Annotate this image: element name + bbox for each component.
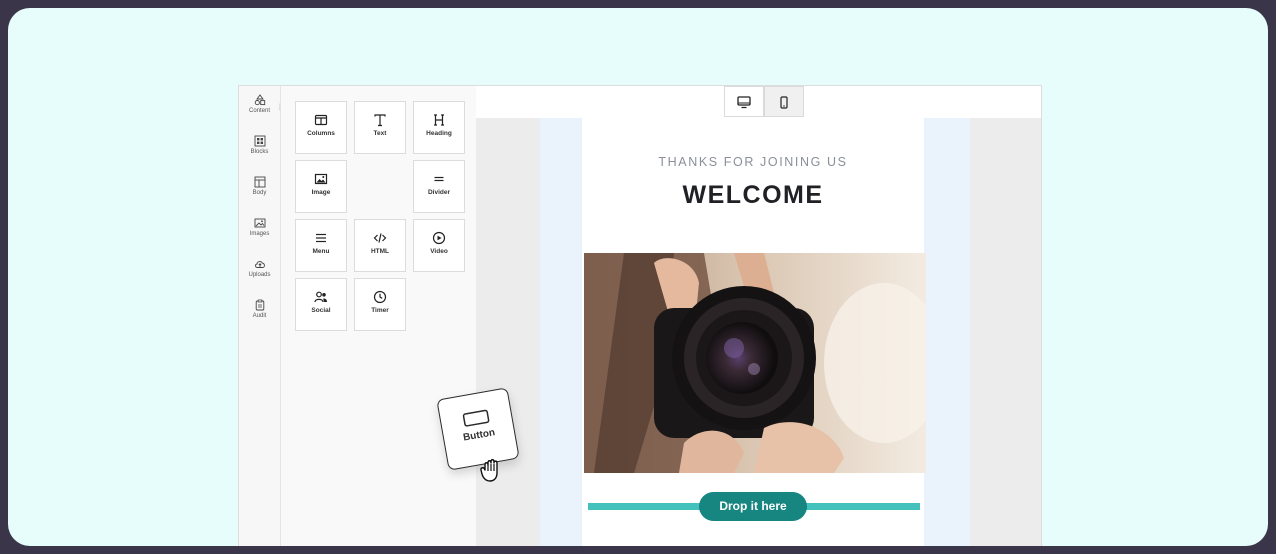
clipboard-icon bbox=[255, 299, 264, 311]
tool-label: Video bbox=[430, 248, 448, 255]
users-icon bbox=[314, 291, 327, 303]
tool-html[interactable]: HTML bbox=[354, 219, 406, 272]
photographer-camera-image bbox=[584, 253, 926, 473]
sidebar-item-audit[interactable]: Audit bbox=[239, 299, 280, 319]
email-editor: Content Blocks Body Images Uploads Audit… bbox=[238, 85, 1042, 546]
editor-canvas: THANKS FOR JOINING US WELCOME Drop it he… bbox=[476, 118, 1041, 546]
image-icon bbox=[254, 218, 265, 228]
text-icon bbox=[374, 114, 386, 127]
email-kicker: THANKS FOR JOINING US bbox=[658, 155, 848, 169]
sidebar-item-blocks[interactable]: Blocks bbox=[239, 135, 280, 155]
sidebar-item-label: Body bbox=[252, 190, 267, 196]
sidebar-item-label: Content bbox=[248, 108, 270, 114]
tool-label: Timer bbox=[371, 307, 389, 314]
cloud-upload-icon bbox=[254, 261, 265, 268]
tool-label: HTML bbox=[370, 248, 390, 255]
tool-timer[interactable]: Timer bbox=[354, 278, 406, 331]
email-body: THANKS FOR JOINING US WELCOME Drop it he… bbox=[582, 118, 926, 546]
columns-icon bbox=[314, 114, 328, 126]
tool-text[interactable]: Text bbox=[354, 101, 406, 154]
sidebar-item-label: Blocks bbox=[250, 149, 269, 155]
menu-icon bbox=[316, 233, 326, 243]
sidebar-item-images[interactable]: Images bbox=[239, 217, 280, 237]
play-icon bbox=[432, 231, 446, 245]
sidebar-item-label: Images bbox=[249, 231, 270, 237]
sidebar-item-content[interactable]: Content bbox=[239, 94, 280, 114]
desktop-icon bbox=[737, 96, 751, 109]
code-icon bbox=[373, 233, 387, 243]
drop-zone-label[interactable]: Drop it here bbox=[699, 492, 807, 521]
frame-background: Content Blocks Body Images Uploads Audit… bbox=[8, 8, 1268, 546]
tool-label: Image bbox=[311, 189, 331, 196]
grab-cursor-icon bbox=[480, 459, 498, 482]
layout-icon bbox=[254, 176, 265, 188]
tool-label: Social bbox=[311, 307, 331, 314]
preview-toolbar bbox=[476, 86, 1041, 119]
tool-label: Columns bbox=[307, 130, 335, 137]
blocks-icon bbox=[254, 135, 265, 147]
hero-photo[interactable] bbox=[584, 253, 926, 473]
content-tools-panel: Columns Text Heading Image Divider Menu … bbox=[281, 86, 477, 546]
tool-divider[interactable]: Divider bbox=[413, 160, 465, 213]
sidebar-item-body[interactable]: Body bbox=[239, 176, 280, 196]
dragged-block-label: Button bbox=[462, 427, 496, 444]
clock-icon bbox=[373, 290, 387, 304]
tool-label: Text bbox=[373, 130, 387, 137]
sidebar-item-label: Uploads bbox=[248, 272, 271, 278]
tool-video[interactable]: Video bbox=[413, 219, 465, 272]
divider-icon bbox=[434, 176, 444, 182]
sidebar-item-uploads[interactable]: Uploads bbox=[239, 258, 280, 278]
mobile-view-button[interactable] bbox=[764, 86, 804, 117]
tool-label: Divider bbox=[427, 189, 451, 196]
tool-label: Menu bbox=[312, 248, 330, 255]
mobile-icon bbox=[780, 96, 788, 109]
desktop-view-button[interactable] bbox=[724, 86, 764, 117]
tool-menu[interactable]: Menu bbox=[295, 219, 347, 272]
shapes-icon bbox=[254, 94, 265, 106]
sidebar-rail: Content Blocks Body Images Uploads Audit bbox=[239, 86, 281, 546]
dragged-button-block[interactable]: Button bbox=[436, 387, 520, 471]
button-icon bbox=[462, 409, 490, 427]
image-icon bbox=[314, 173, 328, 185]
tool-heading[interactable]: Heading bbox=[413, 101, 465, 154]
email-headline: WELCOME bbox=[682, 181, 824, 209]
tool-image[interactable]: Image bbox=[295, 160, 347, 213]
sidebar-item-label: Audit bbox=[252, 313, 267, 319]
tool-social[interactable]: Social bbox=[295, 278, 347, 331]
tool-columns[interactable]: Columns bbox=[295, 101, 347, 154]
heading-icon bbox=[434, 114, 444, 126]
tool-label: Heading bbox=[426, 130, 452, 137]
